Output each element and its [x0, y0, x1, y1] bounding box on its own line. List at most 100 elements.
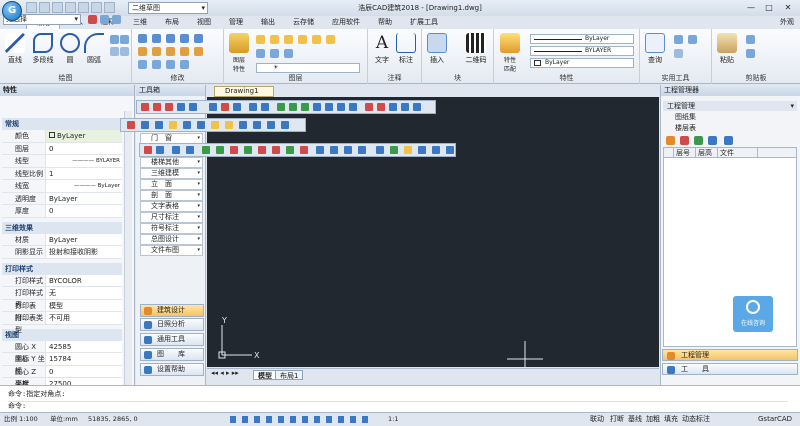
tool-icon[interactable]	[300, 146, 308, 154]
status-link-button[interactable]: 联动	[590, 413, 604, 426]
tool-icon[interactable]	[289, 103, 297, 111]
tool-icon[interactable]	[186, 146, 194, 154]
tool-icon[interactable]	[225, 121, 233, 129]
build-icon[interactable]	[708, 136, 717, 145]
app-logo-button[interactable]: G	[2, 1, 22, 21]
erase-icon[interactable]	[194, 34, 203, 43]
prop-row[interactable]: 线型比例 1	[2, 167, 122, 180]
layer-iso-icon[interactable]	[298, 35, 307, 44]
tool-icon[interactable]	[404, 146, 412, 154]
tab-scroll-arrows[interactable]: ◂◂ ◂ ▸ ▸▸	[211, 369, 239, 377]
tool-icon[interactable]	[127, 121, 135, 129]
status-brand-button[interactable]: GstarCAD	[758, 413, 792, 426]
nav-library[interactable]: 图 库	[140, 348, 204, 361]
status-bold-button[interactable]: 加粗	[646, 413, 660, 426]
layer-freeze-icon[interactable]	[270, 35, 279, 44]
tool-icon[interactable]	[172, 146, 180, 154]
open-icon[interactable]	[39, 2, 50, 13]
prop-row[interactable]: 打印表类型不可用	[2, 312, 122, 334]
trim-icon[interactable]	[166, 34, 175, 43]
tool-icon[interactable]	[377, 103, 385, 111]
folder-icon[interactable]	[666, 136, 675, 145]
print-style-header[interactable]: 打印样式	[2, 262, 122, 275]
array-icon[interactable]	[166, 60, 175, 69]
drafting-toggle-icons[interactable]	[230, 416, 370, 423]
tree-item-sheetset[interactable]: 图纸集	[663, 112, 797, 122]
qrcode-button[interactable]: 二维码	[464, 33, 488, 65]
scale-icon[interactable]	[152, 60, 161, 69]
tool-icon[interactable]	[432, 146, 440, 154]
toolbox-category[interactable]: 符号标注 ▾	[140, 223, 203, 234]
toolbox-category[interactable]: 文件布图 ▾	[140, 245, 203, 256]
rect-icon[interactable]	[110, 35, 119, 44]
tool-icon[interactable]	[272, 146, 280, 154]
tool-icon[interactable]	[183, 121, 191, 129]
copy-icon[interactable]	[138, 47, 147, 56]
color-select[interactable]: ByLayer	[530, 58, 634, 68]
tool-icon[interactable]	[155, 121, 163, 129]
move-icon[interactable]	[138, 34, 147, 43]
hatch-icon[interactable]	[120, 35, 129, 44]
add-icon[interactable]	[694, 136, 703, 145]
close-button[interactable]: ✕	[781, 2, 795, 13]
tab-output[interactable]: 输出	[252, 16, 284, 29]
pickadd-icon[interactable]	[112, 15, 121, 24]
tool-icon[interactable]	[211, 121, 219, 129]
tool-icon[interactable]	[390, 146, 398, 154]
maximize-button[interactable]: □	[762, 2, 776, 13]
tool-icon[interactable]	[230, 146, 238, 154]
project-select[interactable]: 工程管理 ▾	[663, 101, 797, 111]
point-id-icon[interactable]	[674, 49, 683, 58]
tool-icon[interactable]	[239, 121, 247, 129]
tool-icon[interactable]	[216, 146, 224, 154]
tool-icon[interactable]	[209, 103, 217, 111]
toolbox-category[interactable]: 楼梯其他 ▾	[140, 157, 203, 168]
rotate-icon[interactable]	[152, 34, 161, 43]
prop-row[interactable]: 线宽 ———— ByLayer	[2, 180, 122, 193]
layer-lock-icon[interactable]	[284, 35, 293, 44]
workspace-select[interactable]: 二维草图 ▾	[128, 2, 208, 14]
tool-icon[interactable]	[233, 103, 241, 111]
online-help-button[interactable]: 在线咨询	[733, 296, 773, 332]
status-dynamic-dim-button[interactable]: 动态标注	[682, 413, 710, 426]
toolbox-category[interactable]: 立 面 ▾	[140, 179, 203, 190]
mirror-icon[interactable]	[152, 47, 161, 56]
nav-general-tools[interactable]: 通用工具	[140, 333, 204, 346]
tool-icon[interactable]	[325, 103, 333, 111]
3d-effects-header[interactable]: 三维效果	[2, 221, 122, 234]
copy-clip-icon[interactable]	[746, 49, 755, 58]
toolbox-category[interactable]: 文字表格 ▾	[140, 201, 203, 212]
tab-cloud[interactable]: 云存储	[284, 16, 323, 29]
tool-icon[interactable]	[165, 103, 173, 111]
toolbox-category[interactable]: 剖 面 ▾	[140, 190, 203, 201]
prop-row[interactable]: 打印样式表无	[2, 287, 122, 309]
prop-row[interactable]: 打印表附… 模型	[2, 299, 122, 322]
tab-model[interactable]: 模型	[253, 370, 277, 380]
tree-item-floor-table[interactable]: 楼层表	[663, 123, 797, 133]
document-tab-drawing1[interactable]: Drawing1	[214, 86, 274, 97]
tab-apps[interactable]: 应用软件	[323, 16, 369, 29]
prop-row[interactable]: 材质 ByLayer	[2, 233, 122, 246]
tool-icon[interactable]	[202, 146, 210, 154]
select-all-icon[interactable]	[688, 35, 697, 44]
tool-icon[interactable]	[316, 146, 324, 154]
prop-row[interactable]: 厚度 0	[2, 205, 122, 218]
extend-icon[interactable]	[180, 34, 189, 43]
offset-icon[interactable]	[194, 47, 203, 56]
linetype-select[interactable]: ByLayer	[530, 34, 634, 44]
tool-icon[interactable]	[197, 121, 205, 129]
tool-icon[interactable]	[169, 121, 177, 129]
layer-match-icon[interactable]	[312, 35, 321, 44]
tool-icon[interactable]	[313, 103, 321, 111]
redo-icon[interactable]	[104, 2, 115, 13]
undo-icon[interactable]	[91, 2, 102, 13]
stretch-icon[interactable]	[138, 60, 147, 69]
current-layer-select[interactable]: ☀	[256, 63, 360, 73]
tab-help[interactable]: 帮助	[369, 16, 401, 29]
tool-icon[interactable]	[189, 103, 197, 111]
prop-row[interactable]: 圆心 Y 坐标 15784	[2, 353, 122, 375]
paste-button[interactable]: 粘贴	[716, 33, 738, 65]
tool-icon[interactable]	[258, 146, 266, 154]
model-icon[interactable]	[724, 136, 733, 145]
match-properties-button[interactable]: 特性 匹配	[498, 33, 522, 73]
